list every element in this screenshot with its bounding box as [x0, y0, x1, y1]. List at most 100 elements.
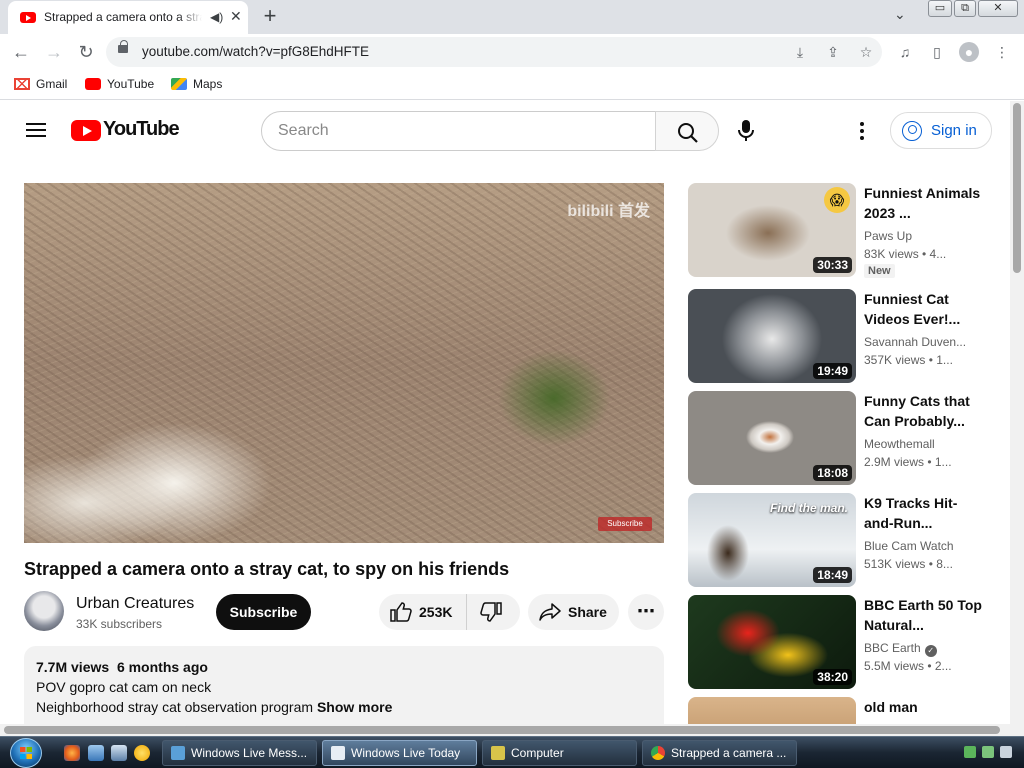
show-more-link[interactable]: Show more — [317, 699, 392, 715]
channel-name[interactable]: BBC Earth ✓ — [864, 641, 937, 657]
scrollbar-thumb[interactable] — [4, 726, 1000, 734]
horizontal-scrollbar[interactable] — [0, 724, 1024, 736]
side-panel-icon[interactable]: ▯ — [927, 42, 947, 62]
description-box[interactable]: 7.7M views 6 months ago POV gopro cat ca… — [24, 646, 664, 724]
tab-strip: Strapped a camera onto a stray cat, to s… — [0, 0, 1024, 34]
search-button[interactable] — [655, 111, 719, 151]
like-button[interactable]: 253K — [379, 594, 467, 630]
video-title[interactable]: BBC Earth 50 Top Natural... — [864, 595, 984, 635]
network-icon[interactable] — [964, 746, 976, 758]
restore-button[interactable]: ⧉ — [954, 0, 976, 17]
thumbs-down-icon — [480, 602, 502, 622]
lock-icon[interactable] — [118, 40, 128, 53]
vertical-scrollbar[interactable] — [1010, 101, 1024, 724]
description-line-2: Neighborhood stray cat observation progr… — [36, 699, 393, 715]
video-duration: 18:08 — [813, 465, 852, 481]
bookmark-maps[interactable]: Maps — [171, 77, 222, 93]
like-count: 253K — [419, 604, 453, 620]
start-button[interactable] — [10, 738, 42, 768]
video-thumbnail[interactable]: 19:49 — [688, 289, 856, 383]
media-control-icon[interactable]: ♫ — [895, 42, 915, 62]
youtube-favicon-icon — [20, 12, 36, 23]
subscribe-button[interactable]: Subscribe — [216, 594, 311, 630]
bookmark-star-icon[interactable]: ☆ — [856, 42, 876, 62]
url-text[interactable]: youtube.com/watch?v=pfG8EhdHFTE — [142, 44, 369, 59]
settings-more-icon[interactable] — [852, 119, 872, 143]
video-title[interactable]: Funniest Animals 2023 ... — [864, 183, 984, 223]
video-duration: 18:49 — [813, 567, 852, 583]
video-thumbnail[interactable]: 😱 30:33 — [688, 183, 856, 277]
profile-avatar-icon[interactable]: ● — [959, 42, 979, 62]
recommended-video[interactable]: 😱 30:33 Funniest Animals 2023 ... Paws U… — [688, 183, 998, 279]
show-desktop-icon[interactable] — [88, 745, 104, 761]
scrollbar-thumb[interactable] — [1013, 103, 1021, 273]
video-thumbnail[interactable] — [688, 697, 856, 724]
view-stats: 7.7M views 6 months ago — [36, 659, 208, 675]
recommended-video[interactable]: 19:49 Funniest Cat Videos Ever!... Savan… — [688, 289, 998, 385]
bookmark-youtube[interactable]: YouTube — [85, 77, 154, 93]
recommended-video[interactable]: old man — [688, 697, 998, 724]
bookmarks-bar: Gmail YouTube Maps — [0, 70, 1024, 100]
video-title: Strapped a camera onto a stray cat, to s… — [24, 559, 510, 579]
video-duration: 19:49 — [813, 363, 852, 379]
channel-name[interactable]: Blue Cam Watch — [864, 539, 954, 553]
taskbar-item[interactable]: Computer — [482, 740, 637, 766]
more-actions-icon[interactable]: ⋯ — [628, 594, 664, 630]
messenger-status-icon[interactable] — [982, 746, 994, 758]
subscriber-count: 33K subscribers — [76, 617, 163, 631]
maps-icon — [171, 78, 187, 90]
recommended-video[interactable]: 18:08 Funny Cats that Can Probably... Me… — [688, 391, 998, 487]
close-window-button[interactable]: ✕ — [978, 0, 1018, 17]
address-bar[interactable]: youtube.com/watch?v=pfG8EhdHFTE ⤓ ⇪ ☆ — [106, 37, 882, 67]
share-page-icon[interactable]: ⇪ — [823, 42, 843, 62]
video-thumbnail[interactable]: 18:08 — [688, 391, 856, 485]
new-tab-button[interactable]: + — [258, 3, 282, 29]
microphone-icon[interactable] — [736, 119, 756, 143]
chrome-icon — [651, 746, 665, 760]
firefox-icon[interactable] — [64, 745, 80, 761]
video-title[interactable]: old man — [864, 697, 984, 717]
search-input[interactable] — [278, 120, 638, 142]
video-player[interactable]: bilibili 首发 Subscribe — [24, 183, 664, 543]
video-thumbnail[interactable]: Find the man. 18:49 — [688, 493, 856, 587]
search-box — [261, 111, 656, 151]
windows-taskbar: Windows Live Mess... Windows Live Today … — [0, 736, 1024, 768]
switch-windows-icon[interactable] — [111, 745, 127, 761]
close-tab-icon[interactable]: ✕ — [230, 8, 242, 25]
youtube-play-logo-icon — [71, 120, 101, 141]
video-title[interactable]: Funny Cats that Can Probably... — [864, 391, 984, 431]
tab-search-chevron-icon[interactable]: ⌄ — [894, 6, 906, 23]
search-icon — [678, 123, 698, 143]
dislike-button[interactable] — [467, 594, 520, 630]
recommended-video[interactable]: Find the man. 18:49 K9 Tracks Hit-and-Ru… — [688, 493, 998, 589]
channel-name[interactable]: Savannah Duven... — [864, 335, 966, 349]
speaker-icon[interactable]: ◀) — [210, 10, 223, 24]
channel-avatar[interactable] — [24, 591, 64, 631]
taskbar-item[interactable]: Strapped a camera ... — [642, 740, 797, 766]
emoji-app-icon[interactable] — [134, 745, 150, 761]
channel-name[interactable]: Paws Up — [864, 229, 912, 243]
channel-name[interactable]: Urban Creatures — [76, 595, 194, 613]
reload-icon[interactable]: ↻ — [74, 40, 98, 64]
channel-name[interactable]: Meowthemall — [864, 437, 935, 451]
messenger-icon — [171, 746, 185, 760]
video-thumbnail[interactable]: 38:20 — [688, 595, 856, 689]
browser-menu-icon[interactable]: ⋮ — [992, 42, 1012, 62]
menu-hamburger-icon[interactable] — [26, 123, 46, 137]
forward-arrow-icon[interactable]: → — [42, 40, 66, 64]
taskbar-item[interactable]: Windows Live Mess... — [162, 740, 317, 766]
minimize-button[interactable]: ▭ — [928, 0, 952, 17]
share-button[interactable]: Share — [528, 594, 619, 630]
tab-active[interactable]: Strapped a camera onto a stray cat, to s… — [8, 1, 248, 34]
volume-icon[interactable] — [1000, 746, 1012, 758]
video-title[interactable]: K9 Tracks Hit-and-Run... — [864, 493, 984, 533]
video-title[interactable]: Funniest Cat Videos Ever!... — [864, 289, 984, 329]
video-meta: 357K views • 1... — [864, 353, 953, 367]
recommended-video[interactable]: 38:20 BBC Earth 50 Top Natural... BBC Ea… — [688, 595, 998, 691]
youtube-icon — [85, 78, 101, 90]
sign-in-button[interactable]: Sign in — [890, 112, 992, 149]
taskbar-item[interactable]: Windows Live Today — [322, 740, 477, 766]
back-arrow-icon[interactable]: ← — [9, 40, 33, 64]
bookmark-gmail[interactable]: Gmail — [14, 77, 67, 93]
install-icon[interactable]: ⤓ — [790, 42, 810, 62]
